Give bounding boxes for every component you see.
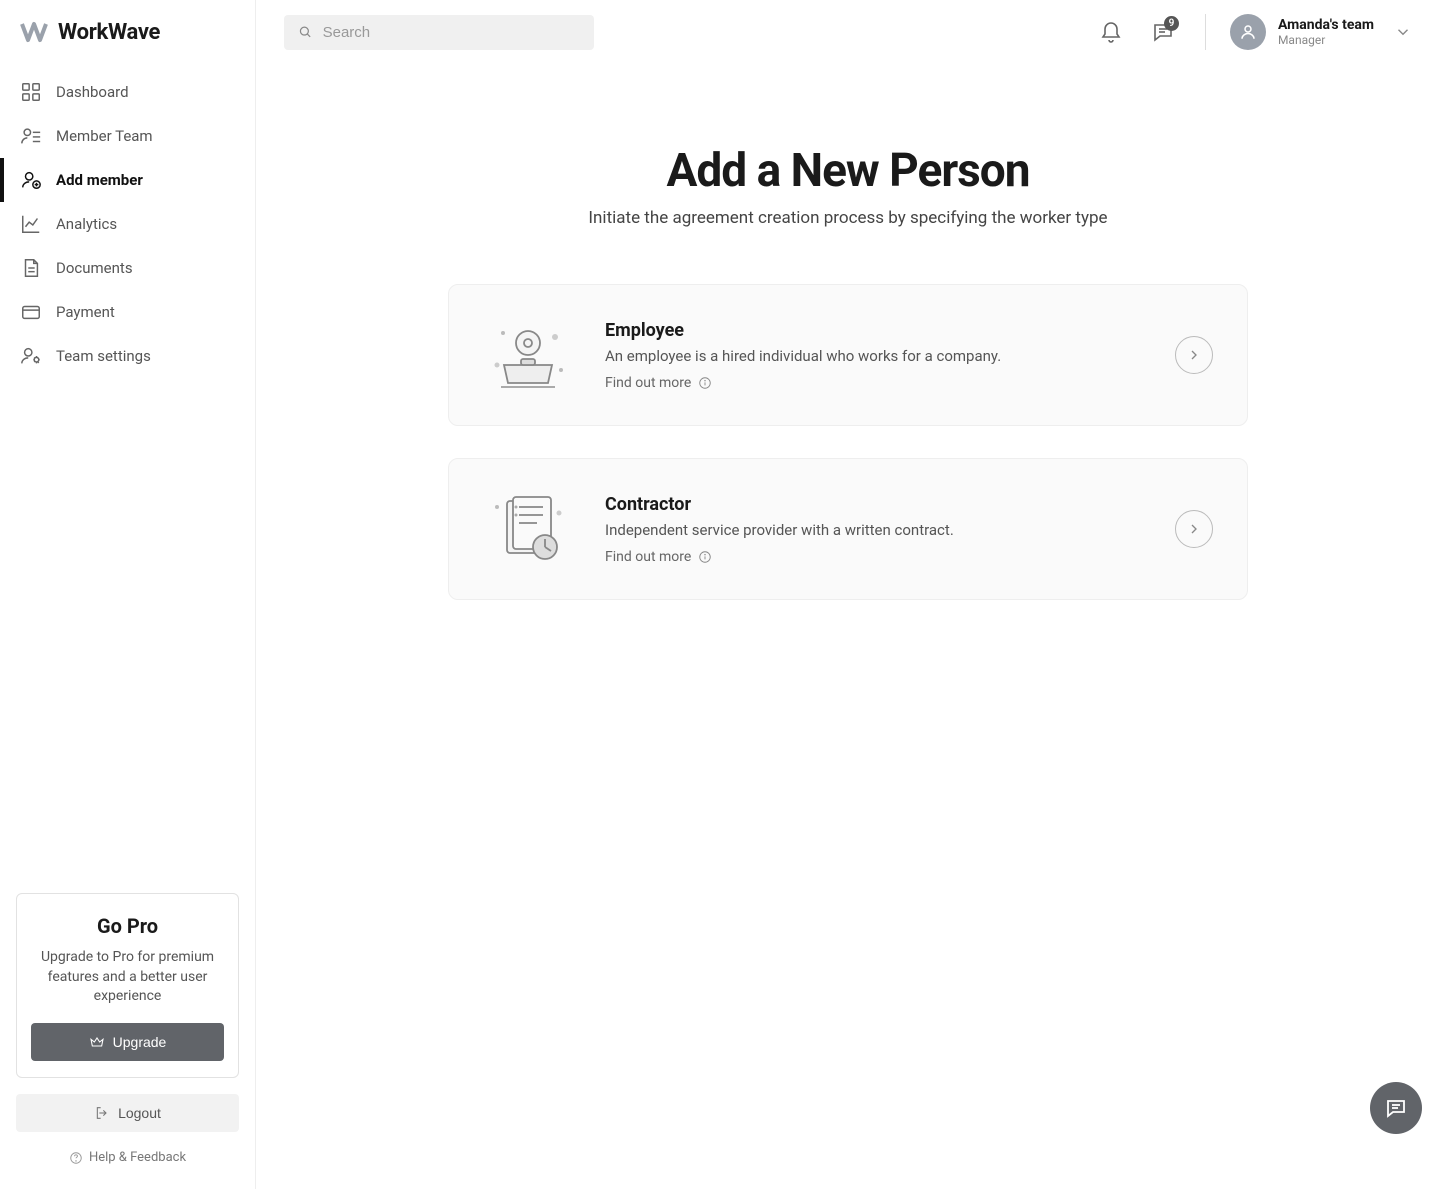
arrow-button[interactable] — [1175, 510, 1213, 548]
logout-label: Logout — [118, 1105, 161, 1121]
option-title: Employee — [605, 320, 1143, 341]
option-title: Contractor — [605, 494, 1143, 515]
page-title: Add a New Person — [666, 144, 1029, 198]
logout-button[interactable]: Logout — [16, 1094, 239, 1132]
sidebar-item-payment[interactable]: Payment — [0, 290, 255, 334]
card-icon — [20, 301, 42, 323]
sidebar-item-documents[interactable]: Documents — [0, 246, 255, 290]
upgrade-button[interactable]: Upgrade — [31, 1023, 224, 1061]
nav-list: Dashboard Member Team Add member Analyti… — [0, 70, 255, 893]
user-role: Manager — [1278, 33, 1374, 47]
document-icon — [20, 257, 42, 279]
option-desc: Independent service provider with a writ… — [605, 521, 1143, 539]
pro-desc: Upgrade to Pro for premium features and … — [31, 948, 224, 1007]
add-user-icon — [20, 169, 42, 191]
sidebar-item-team-settings[interactable]: Team settings — [0, 334, 255, 378]
option-employee[interactable]: Employee An employee is a hired individu… — [448, 284, 1248, 426]
help-icon — [69, 1151, 83, 1165]
messages-button[interactable]: 9 — [1145, 14, 1181, 50]
chart-icon — [20, 213, 42, 235]
sidebar-item-member-team[interactable]: Member Team — [0, 114, 255, 158]
option-desc: An employee is a hired individual who wo… — [605, 347, 1143, 365]
sidebar: WorkWave Dashboard Member Team Add membe… — [0, 0, 256, 1189]
chat-bubble-icon — [1384, 1096, 1408, 1120]
find-out-more-link[interactable]: Find out more — [605, 549, 1143, 565]
avatar — [1230, 14, 1266, 50]
upgrade-label: Upgrade — [113, 1034, 167, 1050]
sidebar-item-add-member[interactable]: Add member — [0, 158, 255, 202]
arrow-button[interactable] — [1175, 336, 1213, 374]
employee-illustration-icon — [483, 315, 573, 395]
chat-fab[interactable] — [1370, 1082, 1422, 1134]
logout-icon — [94, 1105, 110, 1121]
find-more-label: Find out more — [605, 549, 691, 565]
divider — [1205, 14, 1206, 50]
crown-icon — [89, 1034, 105, 1050]
find-out-more-link[interactable]: Find out more — [605, 375, 1143, 391]
help-label: Help & Feedback — [89, 1150, 186, 1165]
main: 9 Amanda's team Manager Add a New Person… — [256, 0, 1440, 1189]
messages-badge: 9 — [1164, 16, 1179, 31]
pro-title: Go Pro — [31, 914, 224, 938]
chevron-right-icon — [1186, 347, 1202, 363]
sidebar-item-dashboard[interactable]: Dashboard — [0, 70, 255, 114]
chevron-down-icon — [1394, 23, 1412, 41]
user-name: Amanda's team — [1278, 17, 1374, 33]
team-icon — [20, 125, 42, 147]
logo-mark-icon — [20, 18, 48, 46]
contractor-illustration-icon — [483, 489, 573, 569]
nav-label: Add member — [56, 171, 143, 189]
brand-name: WorkWave — [58, 20, 160, 45]
pro-card: Go Pro Upgrade to Pro for premium featur… — [16, 893, 239, 1078]
nav-label: Dashboard — [56, 83, 129, 101]
notifications-button[interactable] — [1093, 14, 1129, 50]
nav-label: Analytics — [56, 215, 117, 233]
sidebar-item-analytics[interactable]: Analytics — [0, 202, 255, 246]
nav-label: Team settings — [56, 347, 151, 365]
find-more-label: Find out more — [605, 375, 691, 391]
nav-label: Member Team — [56, 127, 153, 145]
option-contractor[interactable]: Contractor Independent service provider … — [448, 458, 1248, 600]
logo[interactable]: WorkWave — [0, 18, 255, 70]
info-icon — [698, 376, 712, 390]
chevron-right-icon — [1186, 521, 1202, 537]
search-icon — [298, 24, 313, 40]
person-icon — [1239, 23, 1257, 41]
grid-icon — [20, 81, 42, 103]
nav-label: Documents — [56, 259, 133, 277]
page-subtitle: Initiate the agreement creation process … — [588, 208, 1107, 228]
nav-label: Payment — [56, 303, 115, 321]
search-input[interactable] — [323, 24, 580, 41]
user-menu[interactable]: Amanda's team Manager — [1230, 14, 1412, 50]
info-icon — [698, 550, 712, 564]
help-feedback-link[interactable]: Help & Feedback — [16, 1144, 239, 1171]
content: Add a New Person Initiate the agreement … — [256, 64, 1440, 1189]
search-box[interactable] — [284, 15, 594, 50]
user-settings-icon — [20, 345, 42, 367]
topbar: 9 Amanda's team Manager — [256, 0, 1440, 64]
bell-icon — [1099, 20, 1123, 44]
